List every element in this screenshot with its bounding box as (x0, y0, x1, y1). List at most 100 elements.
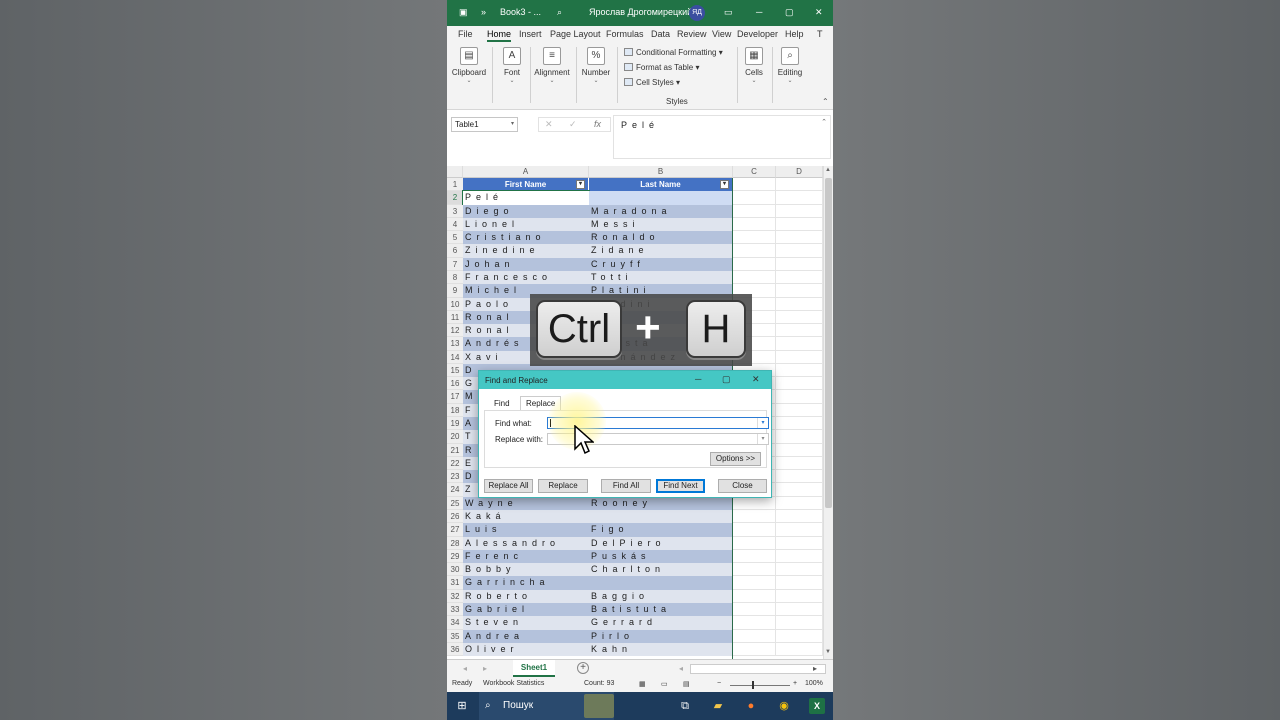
alignment-group[interactable]: ≡ Alignment ⌄ (533, 47, 571, 84)
empty-cell[interactable] (776, 363, 823, 378)
tab-developer[interactable]: Developer (737, 29, 778, 39)
empty-cell[interactable] (776, 191, 823, 205)
row-header[interactable]: 20 (447, 430, 463, 444)
first-name-cell[interactable]: Andrea (463, 629, 589, 643)
column-header-b[interactable]: B (589, 166, 733, 178)
first-name-cell[interactable]: Ferenc (463, 549, 589, 564)
zoom-level[interactable]: 100% (805, 680, 823, 687)
row-header[interactable]: 22 (447, 456, 463, 471)
last-name-cell[interactable]: Rooney (589, 496, 732, 510)
first-name-cell[interactable]: Bobby (463, 563, 589, 577)
name-box[interactable]: Table1 ▾ (451, 117, 518, 132)
empty-cell[interactable] (733, 629, 776, 643)
file-explorer-icon[interactable]: ▰ (710, 698, 726, 714)
vertical-scroll-thumb[interactable] (825, 178, 832, 508)
empty-cell[interactable] (776, 417, 823, 431)
page-layout-view-icon[interactable]: ▭ (661, 680, 668, 688)
tab-overflow[interactable]: T (817, 29, 823, 39)
row-header[interactable]: 17 (447, 390, 463, 404)
column-header-d[interactable]: D (776, 166, 823, 178)
page-break-view-icon[interactable]: ▤ (683, 680, 690, 688)
row-header[interactable]: 26 (447, 510, 463, 524)
first-name-cell[interactable]: Kaká (463, 510, 589, 524)
last-name-cell[interactable]: Zidane (589, 244, 732, 258)
empty-cell[interactable] (733, 178, 776, 192)
conditional-formatting-button[interactable]: Conditional Formatting ▾ (624, 48, 723, 57)
empty-cell[interactable] (733, 191, 776, 205)
cancel-icon[interactable]: ✕ (545, 119, 553, 130)
empty-cell[interactable] (776, 430, 823, 444)
empty-cell[interactable] (776, 310, 823, 325)
first-name-cell[interactable]: Zinedine (463, 244, 589, 258)
close-button[interactable]: Close (718, 479, 767, 493)
options-button[interactable]: Options >> (710, 452, 761, 466)
last-name-cell[interactable]: Maradona (589, 204, 732, 218)
minimize-icon[interactable]: ─ (695, 374, 701, 384)
row-header[interactable]: 12 (447, 324, 463, 338)
tab-find[interactable]: Find (494, 399, 510, 408)
empty-cell[interactable] (776, 204, 823, 218)
last-name-cell[interactable] (589, 576, 732, 590)
more-commands-icon[interactable]: » (481, 7, 486, 17)
empty-cell[interactable] (733, 616, 776, 630)
row-header[interactable]: 30 (447, 563, 463, 577)
replace-all-button[interactable]: Replace All (484, 479, 533, 493)
row-header[interactable]: 11 (447, 310, 463, 325)
row-header[interactable]: 1 (447, 178, 463, 192)
row-header[interactable]: 23 (447, 470, 463, 484)
tab-file[interactable]: File (458, 29, 473, 39)
tab-page-layout[interactable]: Page Layout (550, 29, 601, 39)
first-name-cell[interactable]: Garrincha (463, 576, 589, 590)
chevron-down-icon[interactable]: ▾ (757, 418, 768, 428)
row-header[interactable]: 25 (447, 496, 463, 510)
insert-function-icon[interactable]: fx (594, 119, 601, 129)
empty-cell[interactable] (776, 602, 823, 617)
empty-cell[interactable] (733, 244, 776, 258)
row-header[interactable]: 27 (447, 523, 463, 537)
ribbon-display-icon[interactable]: ▭ (724, 7, 733, 18)
row-header[interactable]: 2 (447, 191, 463, 205)
formula-input[interactable]: Pelé ⌃ (613, 115, 831, 159)
tab-insert[interactable]: Insert (519, 29, 542, 39)
last-name-cell[interactable]: Charlton (589, 563, 732, 577)
first-name-cell[interactable]: Luis (463, 523, 589, 537)
editing-group[interactable]: ⌕ Editing ⌄ (775, 47, 805, 84)
column-header-c[interactable]: C (733, 166, 776, 178)
empty-cell[interactable] (776, 337, 823, 351)
first-name-cell[interactable]: Pelé (462, 190, 590, 206)
tab-review[interactable]: Review (677, 29, 707, 39)
first-name-cell[interactable]: Gabriel (463, 602, 589, 617)
close-icon[interactable]: ✕ (752, 374, 760, 385)
zoom-in-button[interactable]: + (793, 680, 797, 687)
row-header[interactable]: 33 (447, 602, 463, 617)
horizontal-scrollbar[interactable] (690, 664, 826, 674)
last-name-cell[interactable]: Pirlo (589, 629, 732, 643)
empty-cell[interactable] (733, 257, 776, 271)
first-name-cell[interactable]: Steven (463, 616, 589, 630)
font-group[interactable]: A Font ⌄ (499, 47, 525, 84)
row-header[interactable]: 29 (447, 549, 463, 564)
empty-cell[interactable] (733, 563, 776, 577)
row-header[interactable]: 7 (447, 257, 463, 271)
last-name-cell[interactable] (589, 191, 732, 205)
empty-cell[interactable] (776, 523, 823, 537)
empty-cell[interactable] (776, 510, 823, 524)
find-next-button[interactable]: Find Next (656, 479, 705, 493)
empty-cell[interactable] (776, 231, 823, 245)
row-header[interactable]: 14 (447, 350, 463, 364)
save-icon[interactable]: ▣ (459, 7, 468, 18)
empty-cell[interactable] (733, 496, 776, 510)
row-header[interactable]: 4 (447, 217, 463, 232)
empty-cell[interactable] (733, 549, 776, 564)
last-name-cell[interactable] (589, 510, 732, 524)
prev-sheet-icon[interactable]: ◂ (463, 664, 467, 673)
empty-cell[interactable] (733, 602, 776, 617)
format-as-table-button[interactable]: Format as Table ▾ (624, 63, 699, 72)
first-name-cell[interactable]: Johan (463, 257, 589, 271)
task-view-icon[interactable]: ⧉ (677, 698, 693, 714)
number-group[interactable]: % Number ⌄ (580, 47, 612, 84)
empty-cell[interactable] (776, 470, 823, 484)
zoom-slider-handle[interactable] (752, 681, 754, 689)
empty-cell[interactable] (776, 549, 823, 564)
empty-cell[interactable] (776, 178, 823, 192)
